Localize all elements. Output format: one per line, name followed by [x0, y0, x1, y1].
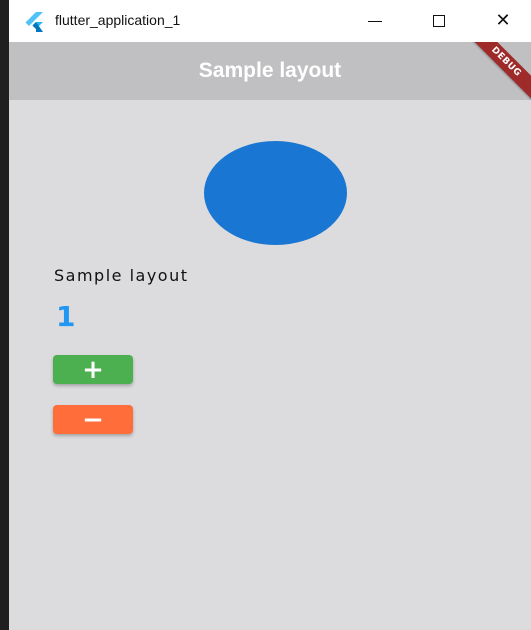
minimize-icon [368, 20, 382, 22]
increment-button[interactable]: + [53, 355, 133, 384]
blue-circle [204, 141, 347, 245]
sample-layout-label: Sample layout [54, 266, 189, 285]
window-title-bar[interactable]: flutter_application_1 ✕ [9, 0, 531, 42]
app-bar-title: Sample layout [198, 59, 342, 82]
minus-icon: − [82, 404, 104, 435]
maximize-button[interactable] [407, 0, 471, 42]
decrement-button[interactable]: − [53, 405, 133, 434]
close-button[interactable]: ✕ [471, 0, 531, 42]
app-bar: Sample layout DEBUG [9, 42, 531, 100]
window-left-edge [0, 0, 9, 630]
app-body: Sample layout 1 + − [9, 100, 531, 630]
minimize-button[interactable] [343, 0, 407, 42]
close-icon: ✕ [495, 10, 511, 31]
window-title: flutter_application_1 [55, 12, 181, 28]
app-window: flutter_application_1 ✕ Sample layout DE… [0, 0, 531, 630]
maximize-icon [433, 15, 445, 27]
flutter-logo-icon [25, 12, 43, 32]
counter-value: 1 [56, 300, 76, 333]
plus-icon: + [82, 354, 104, 385]
